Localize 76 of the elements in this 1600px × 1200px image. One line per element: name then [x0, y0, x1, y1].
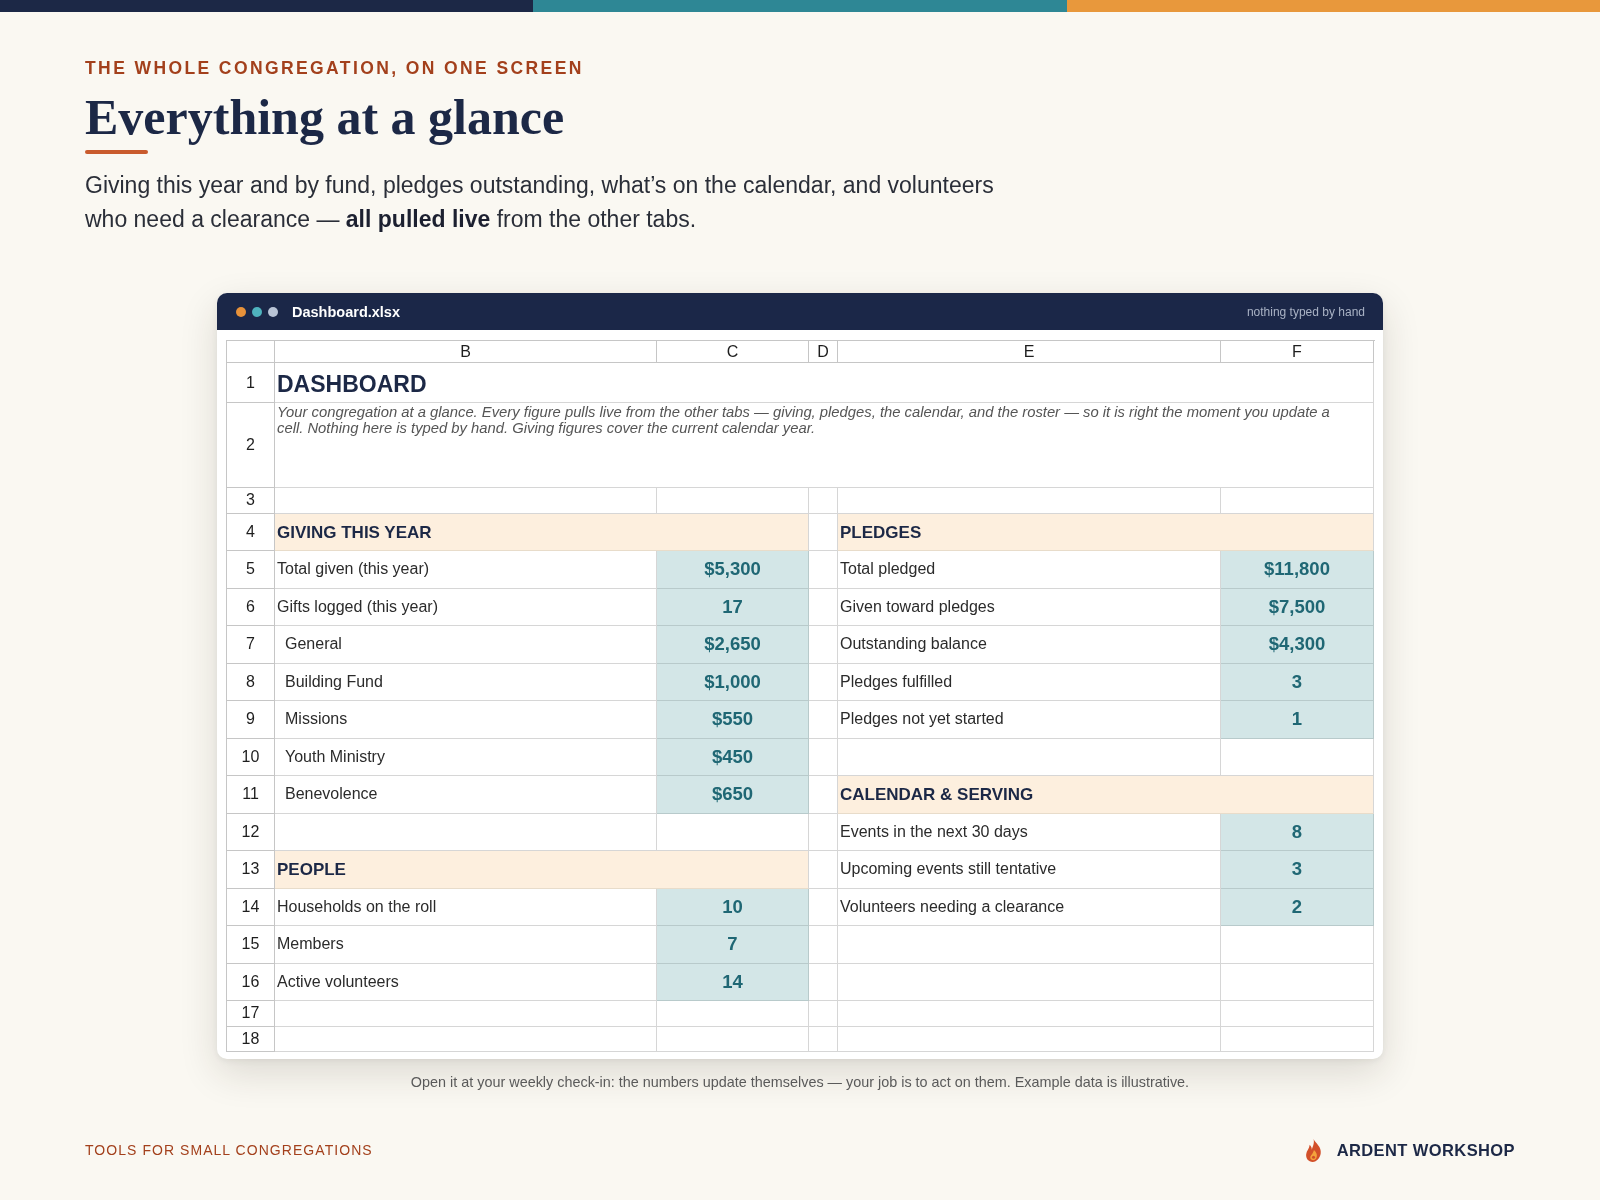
window-dots-icon: [236, 306, 278, 317]
section-header: GIVING THIS YEAR: [275, 513, 809, 551]
row-number: 18: [227, 1026, 275, 1052]
metric-label: Total pledged: [838, 551, 1221, 589]
metric-label: Members: [275, 926, 657, 964]
metric-value: 8: [1221, 813, 1374, 851]
row-number: 1: [227, 363, 275, 403]
metric-label: Youth Ministry: [275, 738, 657, 776]
metric-label: Benevolence: [275, 776, 657, 814]
row-number: 2: [227, 403, 275, 488]
row-number: 15: [227, 926, 275, 964]
metric-value: 10: [657, 888, 809, 926]
metric-value: 7: [657, 926, 809, 964]
metric-label: Pledges not yet started: [838, 701, 1221, 739]
sheet-title: DASHBOARD: [275, 363, 1374, 403]
column-header: E: [838, 341, 1221, 363]
column-header: D: [809, 341, 838, 363]
section-header: PEOPLE: [275, 851, 809, 889]
column-header: B: [275, 341, 657, 363]
intro-paragraph: Giving this year and by fund, pledges outstanding, what’s on the calendar, and volunteers who need a clearance — all pulled live from the other tabs.: [85, 171, 995, 234]
caption-text: Open it at your weekly check-in: the numbers update themselves — your job is to act on them. Example data is illustrative.: [410, 1073, 1190, 1091]
metric-value: 1: [1221, 701, 1374, 739]
eyebrow-text: THE WHOLE CONGREGATION, ON ONE SCREEN: [85, 58, 584, 78]
column-header: C: [657, 341, 809, 363]
metric-value: $450: [657, 738, 809, 776]
brand-name: ARDENT WORKSHOP: [1336, 1140, 1515, 1160]
metric-label: Missions: [275, 701, 657, 739]
metric-label: Total given (this year): [275, 551, 657, 589]
section-header: PLEDGES: [838, 513, 1374, 551]
flame-icon: [1303, 1138, 1323, 1162]
metric-value: $1,000: [657, 663, 809, 701]
row-number: 5: [227, 551, 275, 589]
metric-label: Gifts logged (this year): [275, 588, 657, 626]
metric-value: $2,650: [657, 626, 809, 664]
metric-label: Building Fund: [275, 663, 657, 701]
metric-value: $550: [657, 701, 809, 739]
metric-value: $11,800: [1221, 551, 1374, 589]
metric-value: 3: [1221, 851, 1374, 889]
row-number: 4: [227, 513, 275, 551]
tagline-text: TOOLS FOR SMALL CONGREGATIONS: [85, 1142, 373, 1158]
metric-label: Upcoming events still tentative: [838, 851, 1221, 889]
metric-value: 2: [1221, 888, 1374, 926]
metric-label: Outstanding balance: [838, 626, 1221, 664]
metric-value: 14: [657, 963, 809, 1001]
row-number: 17: [227, 1001, 275, 1027]
row-number: 12: [227, 813, 275, 851]
metric-value: $5,300: [657, 551, 809, 589]
metric-label: Volunteers needing a clearance: [838, 888, 1221, 926]
row-number: 10: [227, 738, 275, 776]
row-number: 9: [227, 701, 275, 739]
metric-label: General: [275, 626, 657, 664]
window-title: Dashboard.xlsx: [292, 303, 400, 320]
row-number: 3: [227, 488, 275, 514]
row-number: 11: [227, 776, 275, 814]
row-number: 16: [227, 963, 275, 1001]
metric-label: Active volunteers: [275, 963, 657, 1001]
row-number: 6: [227, 588, 275, 626]
sheet-note: Your congregation at a glance. Every figure pulls live from the other tabs — giving, pledges, the calendar, and the roster — so it is right the moment you update a cell. Nothing here is typed by hand. Giving figures cover the current calendar year.: [275, 403, 1374, 488]
row-number: 14: [227, 888, 275, 926]
accent-underline: [85, 150, 148, 154]
metric-label: Given toward pledges: [838, 588, 1221, 626]
window-note: nothing typed by hand: [1246, 304, 1365, 319]
column-header: F: [1221, 341, 1374, 363]
section-header: CALENDAR & SERVING: [838, 776, 1374, 814]
metric-value: $4,300: [1221, 626, 1374, 664]
metric-value: $7,500: [1221, 588, 1374, 626]
row-number: 8: [227, 663, 275, 701]
metric-label: Pledges fulfilled: [838, 663, 1221, 701]
metric-value: 17: [657, 588, 809, 626]
metric-value: $650: [657, 776, 809, 814]
metric-label: Events in the next 30 days: [838, 813, 1221, 851]
page-title: Everything at a glance: [85, 89, 565, 145]
metric-value: 3: [1221, 663, 1374, 701]
row-number: 7: [227, 626, 275, 664]
row-number: 13: [227, 851, 275, 889]
metric-label: Households on the roll: [275, 888, 657, 926]
